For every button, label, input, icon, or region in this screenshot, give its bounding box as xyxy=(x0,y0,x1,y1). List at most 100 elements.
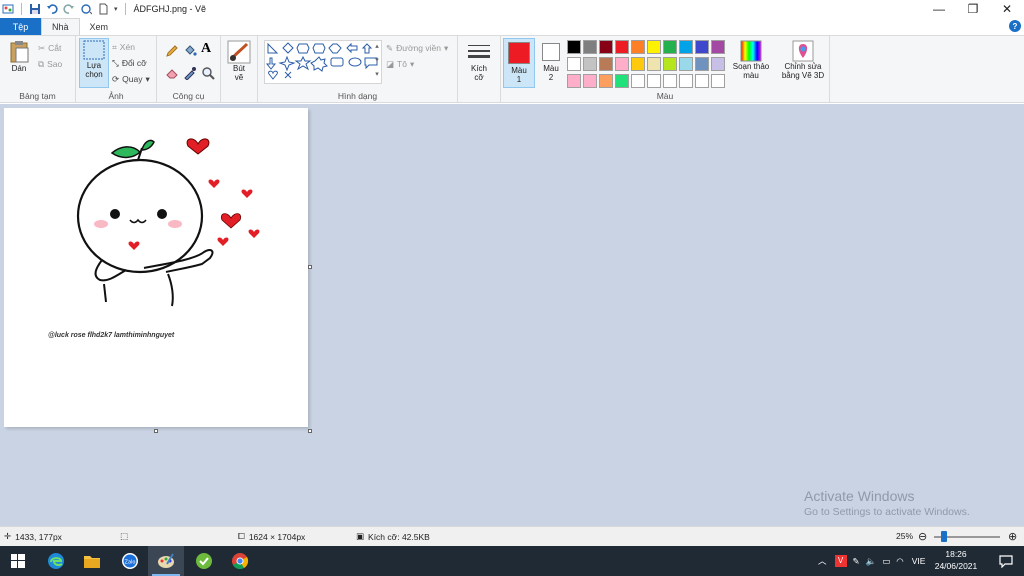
text-tool-icon[interactable]: A xyxy=(201,41,211,57)
palette-swatch[interactable] xyxy=(711,74,725,88)
palette-swatch[interactable] xyxy=(711,57,725,71)
zoom-out-button[interactable]: ⊖ xyxy=(918,530,927,543)
zoom-in-button[interactable]: ⊕ xyxy=(1008,530,1017,543)
resize-handle-corner[interactable] xyxy=(308,429,312,433)
palette-swatch[interactable] xyxy=(567,57,581,71)
language-indicator[interactable]: VIE xyxy=(912,556,926,566)
palette-swatch[interactable] xyxy=(663,40,677,54)
palette-swatch[interactable] xyxy=(567,74,581,88)
palette-swatch[interactable] xyxy=(711,40,725,54)
help-icon[interactable]: ? xyxy=(1009,20,1021,32)
palette-swatch[interactable] xyxy=(695,57,709,71)
palette-swatch[interactable] xyxy=(647,57,661,71)
image-size-text: 1624 × 1704px xyxy=(248,531,306,542)
color-picker-icon[interactable] xyxy=(183,66,197,80)
copy-label: Sao xyxy=(47,59,63,69)
taskbar-paint[interactable] xyxy=(148,546,184,576)
fill-button[interactable]: ◪ Tô ▾ xyxy=(386,57,414,71)
paint-icon xyxy=(158,553,174,568)
select-button[interactable]: Lựa chọn xyxy=(79,38,109,88)
pen-icon[interactable]: ✎ xyxy=(853,556,860,567)
volume-icon[interactable]: 🔈 xyxy=(866,556,877,567)
tab-view[interactable]: Xem xyxy=(80,18,119,35)
resize-button[interactable]: ⤡ Đổi cỡ xyxy=(112,56,147,70)
new-file-icon[interactable] xyxy=(97,3,109,15)
palette-swatch[interactable] xyxy=(647,40,661,54)
selection-size: ⬚ xyxy=(120,531,128,542)
cut-button[interactable]: ✂ Cắt xyxy=(38,41,61,55)
qa-dropdown-icon[interactable]: ▾ xyxy=(114,5,118,13)
notification-icon xyxy=(999,555,1013,568)
taskbar-chrome[interactable] xyxy=(222,546,258,576)
battery-icon[interactable]: ▭ xyxy=(882,556,890,567)
shapes-scroll[interactable]: ▴ ▾ ▾ xyxy=(372,40,382,84)
edit-colors-button[interactable]: Soạn thảo màu xyxy=(729,40,773,80)
wifi-icon[interactable]: ◠ xyxy=(896,556,903,567)
start-button[interactable] xyxy=(0,546,36,576)
color1-button[interactable]: Màu 1 xyxy=(503,38,535,88)
palette-swatch[interactable] xyxy=(599,74,613,88)
taskbar-edge[interactable] xyxy=(38,546,74,576)
palette-swatch[interactable] xyxy=(663,57,677,71)
palette-swatch[interactable] xyxy=(583,57,597,71)
palette-swatch[interactable] xyxy=(615,40,629,54)
magnifier-icon[interactable] xyxy=(201,66,215,80)
eraser-icon[interactable] xyxy=(165,66,179,80)
notification-button[interactable] xyxy=(988,546,1024,576)
crop-button[interactable]: ⌗ Xén xyxy=(112,40,135,54)
canvas-caption-text: @luck rose flhd2k7 lamthiminhnguyet xyxy=(48,332,175,339)
palette-swatch[interactable] xyxy=(679,40,693,54)
tab-home[interactable]: Nhà xyxy=(41,18,80,35)
size-button[interactable]: Kích cỡ xyxy=(464,42,494,82)
copy-button[interactable]: ⧉ Sao xyxy=(38,57,62,71)
paste-button[interactable]: Dán xyxy=(6,40,32,73)
zoom-slider-thumb[interactable] xyxy=(941,531,947,542)
shapes-gallery[interactable] xyxy=(264,40,382,84)
palette-swatch[interactable] xyxy=(679,57,693,71)
palette-swatch[interactable] xyxy=(615,74,629,88)
chrome-icon xyxy=(232,553,249,570)
palette-swatch[interactable] xyxy=(599,40,613,54)
palette-swatch[interactable] xyxy=(583,74,597,88)
canvas-workspace[interactable]: @luck rose flhd2k7 lamthiminhnguyet Acti… xyxy=(0,104,1024,526)
group-label-shapes: Hình dạng xyxy=(337,91,378,101)
resize-handle-bottom[interactable] xyxy=(154,429,158,433)
redo-icon[interactable] xyxy=(63,3,75,15)
palette-swatch[interactable] xyxy=(679,74,693,88)
palette-swatch[interactable] xyxy=(663,74,677,88)
taskbar-zalo[interactable]: Zalo xyxy=(112,546,148,576)
rotate-button[interactable]: ⟳ Quay ▾ xyxy=(112,72,150,86)
outline-button[interactable]: ✎ Đường viền ▾ xyxy=(386,41,448,55)
group-label-colors: Màu xyxy=(656,91,674,101)
minimize-button[interactable]: — xyxy=(922,0,956,18)
palette-swatch[interactable] xyxy=(599,57,613,71)
taskbar-clock[interactable]: 18:26 24/06/2021 xyxy=(930,548,982,572)
undo-icon[interactable] xyxy=(46,3,58,15)
paint3d-button[interactable]: Chỉnh sửa bằng Vẽ 3D xyxy=(779,40,827,80)
palette-swatch[interactable] xyxy=(631,57,645,71)
palette-swatch[interactable] xyxy=(567,40,581,54)
palette-swatch[interactable] xyxy=(583,40,597,54)
fill-bucket-icon[interactable] xyxy=(183,44,197,58)
palette-swatch[interactable] xyxy=(695,74,709,88)
close-button[interactable]: ✕ xyxy=(990,0,1024,18)
customize-icon[interactable] xyxy=(80,3,92,15)
palette-swatch[interactable] xyxy=(631,40,645,54)
restore-button[interactable]: ❐ xyxy=(956,0,990,18)
svg-text:Zalo: Zalo xyxy=(125,560,136,566)
unikey-icon[interactable]: V xyxy=(834,555,847,567)
palette-swatch[interactable] xyxy=(631,74,645,88)
drawing-canvas[interactable]: @luck rose flhd2k7 lamthiminhnguyet xyxy=(4,108,312,433)
palette-swatch[interactable] xyxy=(647,74,661,88)
taskbar-app-green[interactable] xyxy=(186,546,222,576)
taskbar-file-explorer[interactable] xyxy=(74,546,110,576)
save-icon[interactable] xyxy=(29,3,41,15)
pencil-icon[interactable] xyxy=(165,44,179,58)
brushes-button[interactable]: Bút vẽ xyxy=(225,40,253,82)
tab-file[interactable]: Tệp xyxy=(0,18,41,35)
color2-button[interactable]: Màu 2 xyxy=(537,38,565,88)
palette-swatch[interactable] xyxy=(615,57,629,71)
palette-swatch[interactable] xyxy=(695,40,709,54)
resize-handle-right[interactable] xyxy=(308,265,312,269)
tray-expand-icon[interactable]: ︿ xyxy=(818,555,827,567)
